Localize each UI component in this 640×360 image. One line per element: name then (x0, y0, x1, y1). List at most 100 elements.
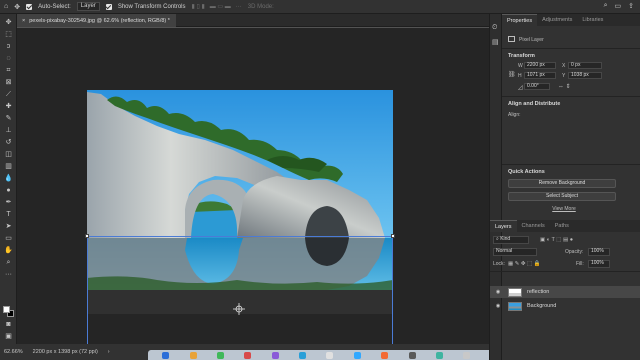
clone-stamp-icon[interactable]: ⊥ (4, 126, 13, 135)
zoom-level[interactable]: 62.66% (4, 349, 23, 355)
fill-field[interactable]: 100% (588, 260, 610, 268)
divider (502, 96, 640, 97)
path-select-icon[interactable]: ➤ (4, 222, 13, 231)
blur-tool-icon[interactable]: 💧 (4, 174, 13, 183)
search-icon[interactable]: ⌕ (604, 2, 608, 10)
gradient-tool-icon[interactable]: ▥ (4, 162, 13, 171)
layer-row-background[interactable]: ◉ Background (490, 300, 640, 312)
marquee-tool-icon[interactable]: ⬚ (4, 30, 13, 39)
home-icon[interactable]: ⌂ (4, 3, 8, 10)
y-field[interactable]: 1038 px (568, 72, 602, 79)
divider (502, 164, 640, 165)
align-buttons[interactable]: ▮ ▯ ▮ ▬ ▭ ▬ ··· (192, 3, 242, 10)
auto-select-dropdown[interactable]: Layer (76, 2, 100, 11)
opacity-field[interactable]: 100% (588, 248, 610, 256)
frame-tool-icon[interactable]: ⊠ (4, 78, 13, 87)
tab-libraries[interactable]: Libraries (577, 14, 608, 26)
zoom-tool-icon[interactable]: ⌕ (4, 258, 13, 267)
remove-background-button[interactable]: Remove Background (508, 179, 616, 188)
dock-app-icon[interactable] (189, 351, 197, 359)
eye-icon[interactable]: ◉ (493, 303, 503, 309)
document-tab[interactable]: × pexels-pixabay-302549.jpg @ 62.6% (ref… (17, 14, 176, 27)
transform-handle-tl[interactable] (85, 234, 89, 238)
dock-app-icon[interactable] (326, 351, 334, 359)
tab-paths[interactable]: Paths (550, 220, 574, 232)
macos-dock (148, 350, 512, 360)
width-field[interactable]: 2200 px (524, 62, 556, 69)
dock-app-icon[interactable] (463, 351, 471, 359)
move-tool-icon[interactable]: ✥ (4, 18, 13, 27)
link-dimensions-icon[interactable]: ⛓ (508, 71, 516, 78)
brush-tool-icon[interactable]: ✎ (4, 114, 13, 123)
canvas-workspace[interactable] (17, 28, 489, 360)
divider (490, 271, 640, 272)
dodge-tool-icon[interactable]: ● (4, 186, 13, 195)
flip-buttons[interactable]: ⇔ ⇕ (558, 83, 571, 90)
transform-handle-tr[interactable] (391, 234, 395, 238)
tools-panel: ✥ ⬚ ↄ ◌ ⌗ ⊠ ⟋ ✚ ✎ ⊥ ↺ ◫ ▥ 💧 ● ✒ T ➤ ▭ ✋ … (0, 14, 17, 344)
dock-app-icon[interactable] (381, 351, 389, 359)
transform-bounding-box[interactable] (87, 236, 393, 360)
opacity-label: Opacity: (565, 249, 584, 255)
divider (502, 48, 640, 49)
tab-properties[interactable]: Properties (502, 14, 538, 26)
quick-select-tool-icon[interactable]: ◌ (4, 54, 13, 63)
x-field[interactable]: 0 px (568, 62, 602, 69)
crop-tool-icon[interactable]: ⌗ (4, 66, 13, 75)
dock-app-icon[interactable] (435, 351, 443, 359)
eyedropper-tool-icon[interactable]: ⟋ (4, 90, 13, 99)
dock-app-icon[interactable] (299, 351, 307, 359)
height-field[interactable]: 1071 px (524, 72, 556, 79)
status-arrow-icon[interactable]: › (108, 349, 110, 355)
document-dimensions: 2200 px x 1398 px (72 ppi) (32, 349, 98, 355)
lock-icons[interactable]: ▦ ✎ ✥ ⬚ 🔒 (508, 261, 541, 267)
layer-filter-dropdown[interactable]: ⌕ Kind (493, 236, 529, 244)
tab-layers[interactable]: Layers (490, 220, 517, 232)
select-subject-button[interactable]: Select Subject (508, 192, 616, 201)
layer-filter-icons[interactable]: ▣ ◐ T ⬚ ▤ ● (540, 237, 573, 243)
document-canvas[interactable] (85, 90, 395, 360)
layer-name[interactable]: Background (527, 303, 556, 309)
document-tab-close[interactable]: × (22, 18, 25, 24)
dock-app-icon[interactable] (353, 351, 361, 359)
auto-select-checkbox[interactable] (26, 3, 33, 10)
hand-tool-icon[interactable]: ✋ (4, 246, 13, 255)
layer-name[interactable]: reflection (527, 289, 549, 295)
show-transform-checkbox[interactable] (105, 3, 112, 10)
healing-brush-icon[interactable]: ✚ (4, 102, 13, 111)
document-tab-bar: × pexels-pixabay-302549.jpg @ 62.6% (ref… (17, 14, 489, 27)
shape-tool-icon[interactable]: ▭ (4, 234, 13, 243)
dock-app-icon[interactable] (271, 351, 279, 359)
tab-channels[interactable]: Channels (517, 220, 550, 232)
layers-tabs: Layers Channels Paths (490, 220, 640, 232)
tab-adjustments[interactable]: Adjustments (537, 14, 577, 26)
dock-app-icon[interactable] (162, 351, 170, 359)
filter-kind-label: Kind (500, 236, 511, 242)
align-label: Align: (508, 112, 521, 118)
share-icon[interactable]: ⇪ (628, 2, 634, 10)
history-panel-icon[interactable]: ⏲ (492, 24, 497, 32)
quick-mask-icon[interactable]: ◙ (4, 320, 13, 329)
dock-app-icon[interactable] (244, 351, 252, 359)
fill-label: Fill: (576, 261, 584, 267)
lasso-tool-icon[interactable]: ↄ (4, 42, 13, 51)
dock-app-icon[interactable] (216, 351, 224, 359)
more-tools-icon[interactable]: ··· (4, 270, 13, 279)
move-tool-icon[interactable]: ✥ (14, 3, 20, 11)
dock-app-icon[interactable] (408, 351, 416, 359)
foreground-color-swatch[interactable] (3, 306, 10, 313)
quick-actions-title: Quick Actions (508, 169, 545, 175)
layer-row-reflection[interactable]: ◉ reflection (490, 286, 640, 298)
eye-icon[interactable]: ◉ (493, 289, 503, 295)
comments-panel-icon[interactable]: ▤ (492, 38, 499, 46)
pen-tool-icon[interactable]: ✒ (4, 198, 13, 207)
blend-mode-dropdown[interactable]: Normal (493, 248, 537, 256)
workspace-icon[interactable]: ▭ (615, 2, 622, 10)
history-brush-icon[interactable]: ↺ (4, 138, 13, 147)
view-more-link[interactable]: View More (534, 206, 594, 212)
eraser-tool-icon[interactable]: ◫ (4, 150, 13, 159)
transform-reference-point-icon[interactable] (233, 303, 245, 315)
screen-mode-icon[interactable]: ▣ (4, 332, 13, 341)
type-tool-icon[interactable]: T (4, 210, 13, 219)
angle-field[interactable]: 0.00° (524, 83, 550, 90)
